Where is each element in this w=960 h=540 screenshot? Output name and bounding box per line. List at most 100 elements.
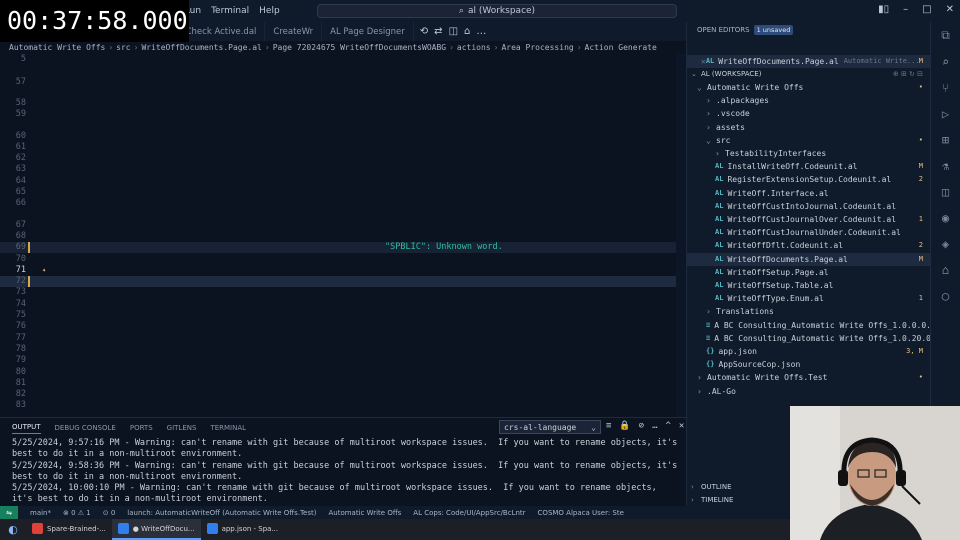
- code-line[interactable]: 77: [0, 333, 686, 344]
- code-line[interactable]: 80: [0, 367, 686, 378]
- code-line[interactable]: 70: [0, 254, 686, 265]
- code-line[interactable]: [0, 88, 686, 98]
- search-icon[interactable]: ⌕: [942, 55, 949, 69]
- remote-icon[interactable]: ◫: [942, 185, 949, 199]
- code-line[interactable]: 64: [0, 176, 686, 187]
- close-panel-icon[interactable]: ✕: [679, 421, 684, 431]
- code-line[interactable]: 65: [0, 187, 686, 198]
- lightbulb-icon[interactable]: ✦: [42, 265, 46, 276]
- tree-item[interactable]: AL RegisterExtensionSetup.Codeunit.al 2: [687, 173, 930, 186]
- tree-item[interactable]: › TestabilityInterfaces: [687, 147, 930, 160]
- editor-tab[interactable]: CreateWr: [265, 22, 323, 41]
- status-item[interactable]: AL Cops: Code/UI/AppSrc/BcLntr: [413, 509, 525, 517]
- tree-item[interactable]: ⌄ src •: [687, 134, 930, 147]
- menu-item[interactable]: Terminal: [211, 6, 249, 16]
- tree-item[interactable]: {} AppSourceCop.json: [687, 358, 930, 371]
- run-debug-icon[interactable]: ▷: [942, 107, 949, 121]
- code-line[interactable]: 72: [0, 276, 686, 288]
- code-line[interactable]: 59: [0, 109, 686, 120]
- maximize-icon[interactable]: □: [922, 4, 931, 15]
- status-item[interactable]: ⊙ 0: [103, 509, 116, 517]
- code-line[interactable]: 58: [0, 98, 686, 109]
- code-line[interactable]: 62: [0, 153, 686, 164]
- tree-item[interactable]: ≡ A BC Consulting_Automatic Write Offs_1.…: [687, 319, 930, 332]
- panel-tab[interactable]: DEBUG CONSOLE: [55, 424, 116, 432]
- code-line[interactable]: 71 ✦: [0, 265, 686, 276]
- command-center[interactable]: ⌕ al (Workspace): [317, 4, 677, 18]
- code-line[interactable]: 66: [0, 198, 686, 209]
- more-icon[interactable]: …: [652, 421, 657, 431]
- breadcrumb-item[interactable]: actions: [457, 43, 491, 52]
- breadcrumb-item[interactable]: Page 72024675 WriteOffDocumentsWOABG: [273, 43, 446, 52]
- status-item[interactable]: Automatic Write Offs: [328, 509, 401, 517]
- tree-item[interactable]: › .AL-Go: [687, 385, 930, 398]
- tree-item[interactable]: AL WriteOffDocuments.Page.al M: [687, 252, 930, 266]
- list-filter-icon[interactable]: ≡: [606, 421, 611, 431]
- open-editors-header[interactable]: OPEN EDITORS 1 unsaved: [687, 22, 930, 38]
- lock-icon[interactable]: 🔒: [619, 421, 630, 431]
- code-line[interactable]: 73: [0, 287, 686, 298]
- history-icon[interactable]: ⟲: [420, 26, 428, 37]
- tree-item[interactable]: AL WriteOffType.Enum.al 1: [687, 292, 930, 305]
- tree-item[interactable]: AL WriteOffSetup.Page.al: [687, 266, 930, 279]
- tree-item[interactable]: AL WriteOffCustJournalUnder.Codeunit.al: [687, 226, 930, 239]
- clear-icon[interactable]: ⊘: [639, 421, 644, 431]
- code-line[interactable]: [0, 210, 686, 220]
- status-item[interactable]: COSMO Alpaca User: Ste: [538, 509, 624, 517]
- minimap[interactable]: [676, 54, 686, 417]
- status-item[interactable]: main*: [30, 509, 51, 517]
- tree-item[interactable]: ⌄ Automatic Write Offs •: [687, 81, 930, 94]
- breadcrumb-item[interactable]: Action Generate: [585, 43, 657, 52]
- gitlens-icon[interactable]: ◉: [942, 211, 949, 225]
- taskbar-item[interactable]: ● WriteOffDocu...: [111, 519, 201, 540]
- code-line[interactable]: 60: [0, 131, 686, 142]
- bookmark-icon[interactable]: ⌂: [942, 263, 949, 277]
- tree-item[interactable]: AL WriteOff.Interface.al: [687, 187, 930, 200]
- code-line[interactable]: 82: [0, 389, 686, 400]
- code-line[interactable]: 75: [0, 310, 686, 321]
- breadcrumb-item[interactable]: WriteOffDocuments.Page.al: [141, 43, 261, 52]
- code-line[interactable]: 83: [0, 400, 686, 411]
- menu-item[interactable]: Help: [259, 6, 280, 16]
- panel-tab[interactable]: TERMINAL: [210, 424, 246, 432]
- breadcrumb-item[interactable]: Automatic Write Offs: [9, 43, 105, 52]
- code-line[interactable]: 68: [0, 231, 686, 242]
- taskbar-item[interactable]: Spare-Brained-...: [26, 519, 112, 540]
- split-icon[interactable]: ◫: [449, 26, 458, 37]
- minimize-icon[interactable]: –: [903, 4, 908, 15]
- tree-item[interactable]: › Automatic Write Offs.Test •: [687, 371, 930, 384]
- code-line[interactable]: [0, 65, 686, 76]
- taskbar-item[interactable]: app.json - Spa...: [201, 519, 285, 540]
- code-line[interactable]: 78: [0, 344, 686, 355]
- tree-item[interactable]: AL WriteOffCustIntoJournal.Codeunit.al: [687, 200, 930, 213]
- more-icon[interactable]: …: [476, 26, 486, 37]
- tree-item[interactable]: ≡ A BC Consulting_Automatic Write Offs_1.…: [687, 332, 930, 345]
- source-control-icon[interactable]: ⑂: [942, 81, 949, 95]
- tree-item[interactable]: › Translations: [687, 305, 930, 318]
- compare-icon[interactable]: ⇄: [434, 26, 442, 37]
- explorer-actions-icon[interactable]: ⊕ ⊞ ↻ ⊟: [893, 68, 923, 81]
- files-icon[interactable]: ⧉: [941, 28, 950, 43]
- code-line[interactable]: 57: [0, 77, 686, 88]
- tree-item[interactable]: › .vscode: [687, 107, 930, 120]
- panel-tab[interactable]: OUTPUT: [12, 423, 41, 434]
- code-line[interactable]: [0, 121, 686, 131]
- breadcrumb-item[interactable]: Area Processing: [501, 43, 573, 52]
- code-line[interactable]: 79: [0, 355, 686, 366]
- bookmark-icon[interactable]: ⌂: [464, 26, 470, 37]
- remote-indicator-icon[interactable]: ⇋: [0, 506, 18, 519]
- panel-tab[interactable]: PORTS: [130, 424, 153, 432]
- account-icon[interactable]: ◯: [942, 289, 949, 303]
- code-editor[interactable]: 5 57 58 59 60 61 62 63 64 65 66 67 68 69 "SPBLIC": Unk…: [0, 54, 686, 417]
- code-line[interactable]: 67: [0, 220, 686, 231]
- extensions-icon[interactable]: ⊞: [942, 133, 949, 147]
- tree-item[interactable]: AL WriteOffSetup.Table.al: [687, 279, 930, 292]
- workspace-header[interactable]: ⌄ AL (WORKSPACE) ⊕ ⊞ ↻ ⊟: [687, 68, 930, 81]
- layout-icon[interactable]: ▮▯: [878, 4, 889, 15]
- code-line[interactable]: 81: [0, 378, 686, 389]
- tree-item[interactable]: AL InstallWriteOff.Codeunit.al M: [687, 160, 930, 173]
- start-icon[interactable]: ◐: [0, 523, 26, 536]
- code-line[interactable]: 76: [0, 321, 686, 332]
- status-item[interactable]: ⊗ 0 ⚠ 1: [63, 509, 91, 517]
- code-line[interactable]: 63: [0, 164, 686, 175]
